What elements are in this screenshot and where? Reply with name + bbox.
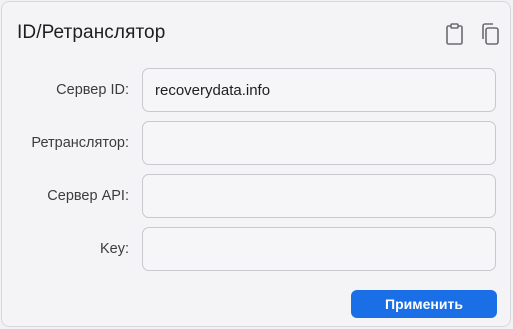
api-server-label: Сервер API: [47, 188, 129, 204]
relay-label: Ретранслятор: [31, 135, 129, 151]
key-input[interactable] [142, 227, 496, 271]
panel-title: ID/Ретранслятор [17, 22, 166, 43]
api-server-input[interactable] [142, 174, 496, 218]
server-id-input[interactable] [142, 68, 496, 112]
copy-icon[interactable] [479, 22, 501, 46]
clipboard-icon[interactable] [444, 22, 466, 46]
server-id-label: Сервер ID: [56, 82, 129, 98]
apply-button[interactable]: Применить [351, 290, 497, 318]
key-label: Key: [99, 241, 129, 257]
relay-input[interactable] [142, 121, 496, 165]
id-relay-panel: ID/Ретранслятор Сервер ID: Ретранслятор:… [1, 1, 511, 327]
